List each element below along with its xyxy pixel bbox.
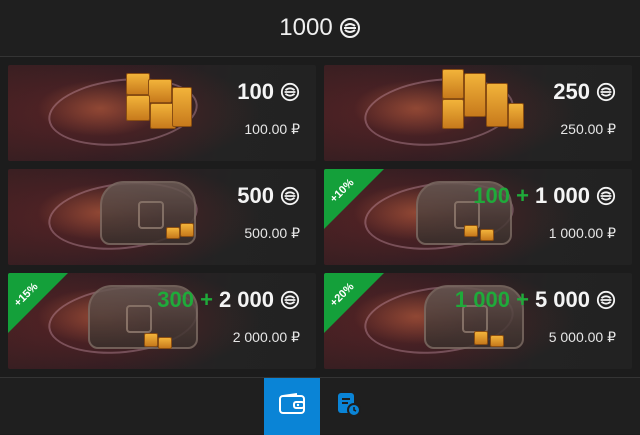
receipt-clock-icon [335,391,361,422]
coin-pack-card-250[interactable]: 250 250.00 ₽ [324,65,632,161]
coin-amount: 500 [231,183,300,209]
coin-amount: 1 000 + 5 000 [455,287,616,313]
bonus-ribbon: +20% [324,273,384,333]
tab-history[interactable] [320,378,376,435]
price-rub: 250.00 ₽ [560,121,616,137]
coin-icon [280,186,300,206]
bonus-ribbon: +10% [324,169,384,229]
bonus-amount: 1 000 + [454,287,529,312]
coin-amount-value: 250 [553,79,590,104]
gold-bar [490,335,504,347]
coin-amount: 100 [231,79,300,105]
coin-amount-value: 100 [237,79,274,104]
price-rub: 500.00 ₽ [244,225,300,241]
coin-icon [280,290,300,310]
gold-bar [158,337,172,349]
gold-bar [144,333,158,347]
coin-icon [596,82,616,102]
price-rub: 100.00 ₽ [244,121,300,137]
coin-icon [339,17,361,39]
wallet-icon [279,393,305,420]
bonus-ribbon-label: +10% [327,176,357,206]
coin-icon [280,82,300,102]
gold-bar [180,223,194,237]
coin-amount-value: 5 000 [534,287,590,312]
coin-amount: 100 + 1 000 [473,183,616,209]
coin-amount-value: 500 [237,183,274,208]
coin-pack-card-5000[interactable]: +20% 1 000 + 5 000 5 000.00 ₽ [324,273,632,369]
price-rub: 2 000.00 ₽ [232,329,300,345]
balance-amount: 1000 [279,14,333,41]
coin-pack-card-500[interactable]: 500 500.00 ₽ [8,169,316,265]
bonus-ribbon: +15% [8,273,68,333]
tab-wallet[interactable] [264,378,320,435]
bonus-ribbon-label: +15% [11,280,41,310]
price-rub: 5 000.00 ₽ [548,329,616,345]
coin-amount-value: 1 000 [534,183,590,208]
bonus-ribbon-label: +20% [327,280,357,310]
bottom-tab-bar [0,377,640,435]
gold-bar [464,225,478,237]
coin-packs-grid: 100 100.00 ₽ 250 250.00 ₽ 500 500.00 ₽ +… [8,65,632,369]
gold-bar [474,331,488,345]
gold-bar [166,227,180,239]
coin-pack-card-1000[interactable]: +10% 100 + 1 000 1 000.00 ₽ [324,169,632,265]
balance-header: 1000 [0,0,640,57]
coin-amount: 300 + 2 000 [157,287,300,313]
coin-pack-card-100[interactable]: 100 100.00 ₽ [8,65,316,161]
coin-icon [596,186,616,206]
coin-icon [596,290,616,310]
bonus-amount: 100 + [473,183,529,208]
coin-amount: 250 [547,79,616,105]
gold-bar [480,229,494,241]
bonus-amount: 300 + [157,287,213,312]
price-rub: 1 000.00 ₽ [548,225,616,241]
coin-pack-card-2000[interactable]: +15% 300 + 2 000 2 000.00 ₽ [8,273,316,369]
coin-amount-value: 2 000 [218,287,274,312]
